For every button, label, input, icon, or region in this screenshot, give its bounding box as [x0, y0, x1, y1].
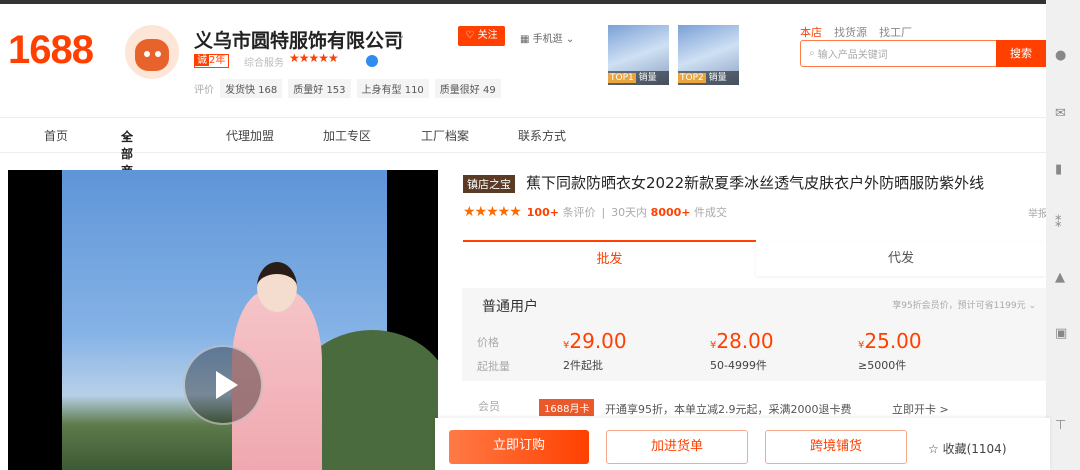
star-icon: ☆	[928, 442, 939, 456]
price-value: 25.00	[864, 329, 922, 353]
rating-row: ★★★★★ 100+ 条评价 | 30天内 8000+ 件成交	[463, 204, 728, 220]
years-badge-prefix: 诚	[195, 55, 209, 66]
search-tab-factory[interactable]: 找工厂	[879, 24, 912, 40]
discount-note[interactable]: 享95折会员价，预计可省1199元 ⌄	[892, 298, 1036, 311]
right-toolbar: ● ✉ ▮ ⁑ ▲ ▣ ⊤	[1046, 0, 1080, 470]
search-placeholder: 输入产品关键词	[817, 50, 888, 61]
rank: TOP1	[608, 73, 636, 83]
treasure-badge: 镇店之宝	[463, 175, 515, 193]
eval-tag: 发货快 168	[220, 79, 283, 98]
favorite-label: 收藏(1104)	[942, 442, 1007, 456]
bell-icon[interactable]: ▲	[1055, 270, 1065, 285]
open-card-link[interactable]: 立即开卡 >	[892, 401, 949, 417]
monthly-card-badge: 1688月卡	[539, 399, 595, 416]
user-type: 普通用户	[482, 299, 538, 315]
price-value: 28.00	[716, 329, 774, 353]
rating-stars: ★★★★★	[463, 204, 522, 220]
report-link[interactable]: 举报	[1028, 205, 1046, 220]
bookmark-icon[interactable]: ▮	[1055, 162, 1062, 177]
top-border	[0, 0, 1080, 4]
eval-tag: 质量很好 49	[434, 79, 501, 98]
logo[interactable]: 1688	[8, 28, 94, 73]
cross-border-button[interactable]: 跨境铺货	[765, 430, 907, 464]
search-icon: ⌕	[809, 48, 818, 59]
search-tab-source[interactable]: 找货源	[834, 24, 867, 40]
shop-nav: 首页 全部商品 ⌄ 代理加盟 加工专区 工厂档案 联系方式	[0, 117, 1046, 195]
price-tier: ¥28.00	[710, 329, 774, 353]
mobile-label: 手机逛	[532, 34, 563, 45]
follow-label: 关注	[477, 30, 498, 41]
nav-processing[interactable]: 加工专区	[323, 127, 371, 144]
tier-qty: 2件起批	[563, 359, 603, 372]
eval-tag: 质量好 153	[288, 79, 351, 98]
rank-label: 销量	[638, 73, 657, 83]
price-box: 普通用户 享95折会员价，预计可省1199元 ⌄ 价格 起批量 ¥29.00 ¥…	[462, 288, 1046, 381]
price-label: 价格	[477, 336, 499, 349]
verified-icon	[366, 55, 378, 67]
mail-icon[interactable]: ✉	[1055, 106, 1066, 121]
product-video[interactable]	[8, 170, 438, 470]
review-count[interactable]: 100+	[527, 206, 559, 219]
price-value: 29.00	[569, 329, 627, 353]
play-icon[interactable]	[183, 345, 263, 425]
eval-tag: 上身有型 110	[356, 79, 429, 98]
period: 30天内	[611, 206, 648, 219]
nav-agency[interactable]: 代理加盟	[226, 127, 274, 144]
member-label: 会员	[478, 400, 500, 413]
tab-dropship[interactable]: 代发	[756, 242, 1046, 276]
search-tabs: 本店 找货源 找工厂	[800, 24, 912, 40]
service-stars: ★★★★★	[289, 51, 339, 65]
shop-avatar[interactable]	[125, 25, 179, 79]
eval-tags: 评价 发货快 168 质量好 153 上身有型 110 质量很好 49	[194, 79, 501, 98]
top-product-1[interactable]: TOP1 销量	[608, 25, 669, 85]
nav-contact[interactable]: 联系方式	[518, 127, 566, 144]
chevron-down-icon[interactable]: ⌄	[395, 28, 406, 43]
company-name[interactable]: 义乌市圆特服饰有限公司	[194, 26, 403, 53]
tab-wholesale[interactable]: 批发	[463, 240, 756, 276]
follow-button[interactable]: ♡ 关注	[458, 26, 505, 46]
mobile-menu[interactable]: ▦ 手机逛 ⌄	[520, 30, 574, 45]
discount-text: 享95折会员价，预计可省1199元	[892, 301, 1026, 311]
years-badge-text: 2年	[209, 55, 226, 66]
buy-now-button[interactable]: 立即订购	[449, 430, 589, 464]
footprint-icon[interactable]: ⁑	[1055, 216, 1062, 231]
note-icon[interactable]: ▣	[1055, 326, 1067, 341]
search-button[interactable]: 搜索	[996, 40, 1046, 67]
favorite-button[interactable]: ☆ 收藏(1104)	[928, 440, 1007, 457]
member-text: 开通享95折，本单立减2.9元起，采满2000退卡费	[605, 403, 852, 416]
add-to-cart-button[interactable]: 加进货单	[606, 430, 748, 464]
user-icon[interactable]: ●	[1055, 48, 1066, 63]
sold-label: 件成交	[694, 206, 728, 219]
rank-label: 销量	[708, 73, 727, 83]
tier-qty: 50-4999件	[710, 359, 767, 372]
eval-label: 评价	[194, 85, 214, 96]
rank: TOP2	[678, 73, 706, 83]
review-label: 条评价	[562, 206, 596, 219]
years-badge: 诚 2年	[194, 54, 230, 68]
moq-label: 起批量	[477, 360, 510, 373]
service-label: 综合服务	[244, 58, 284, 69]
back-to-top-icon[interactable]: ⊤	[1055, 418, 1066, 433]
price-tier: ¥29.00	[563, 329, 627, 353]
nav-factory[interactable]: 工厂档案	[421, 127, 469, 144]
product-title: 蕉下同款防晒衣女2022新款夏季冰丝透气皮肤衣户外防晒服防紫外线	[526, 174, 985, 192]
price-tier: ¥25.00	[858, 329, 922, 353]
tier-qty: ≥5000件	[858, 359, 907, 372]
nav-all-products[interactable]: 全部商品 ⌄	[121, 128, 133, 195]
search-tab-shop[interactable]: 本店	[800, 24, 822, 40]
sold-count: 8000+	[650, 206, 691, 219]
top-product-2[interactable]: TOP2 销量	[678, 25, 739, 85]
nav-home[interactable]: 首页	[44, 127, 68, 144]
